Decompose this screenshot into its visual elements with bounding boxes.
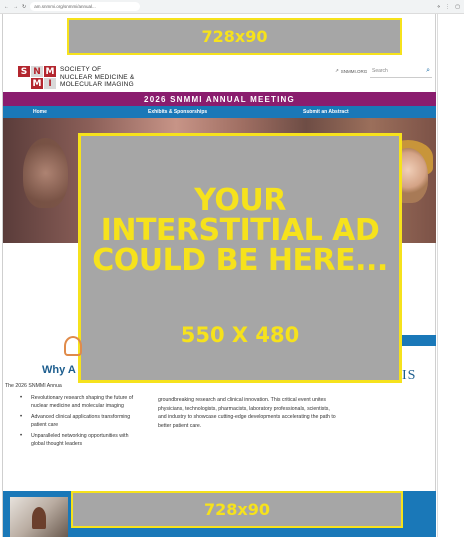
bottom-feature-photo xyxy=(10,497,68,537)
search-icon[interactable]: ⌕ xyxy=(426,67,430,75)
extensions-icon[interactable]: ⋄ xyxy=(437,4,440,10)
snmmi-logo[interactable]: S N M M I SOCIETY OF NUCLEAR MEDICINE & … xyxy=(18,66,134,89)
logo-letter-5: M xyxy=(31,78,43,89)
top-ad-banner[interactable]: 728x90 xyxy=(67,18,402,55)
benefits-list: Revolutionary research shaping the futur… xyxy=(20,394,140,451)
why-attend-heading: Why A xyxy=(42,364,76,376)
logo-letter-4 xyxy=(18,78,30,89)
person-icon xyxy=(64,336,82,356)
nav-item-home[interactable]: Home xyxy=(33,109,47,115)
logo-letter-2: N xyxy=(31,66,43,77)
snmmi-link-label: SNMMI.ORG xyxy=(340,68,368,74)
side-promo-text: IS xyxy=(402,368,417,383)
nav-item-exhibits[interactable]: Exhibits & Sponsorships xyxy=(148,109,207,115)
hero-figure-left xyxy=(23,138,68,208)
address-bar[interactable]: am.snmmi.org/snmmi/annual... xyxy=(30,2,141,11)
reload-icon[interactable]: ↻ xyxy=(22,4,26,10)
logo-line-2: NUCLEAR MEDICINE & xyxy=(60,73,135,81)
bottom-ad-label: 728x90 xyxy=(204,500,270,519)
logo-mark: S N M M I xyxy=(18,66,56,89)
snmmi-org-link[interactable]: ↗ SNMMI.ORG xyxy=(335,68,367,74)
nav-item-submit-abstract[interactable]: Submit an Abstract xyxy=(303,109,349,115)
logo-line-3: MOLECULAR IMAGING xyxy=(60,81,134,89)
interstitial-ad-text: YOUR INTERSTITIAL AD COULD BE HERE... xyxy=(81,186,399,276)
top-ad-label: 728x90 xyxy=(201,27,268,46)
list-item: Advanced clinical applications transform… xyxy=(20,413,140,429)
external-link-icon: ↗ xyxy=(335,68,339,73)
search-placeholder: Search xyxy=(372,68,388,74)
list-item: Unparalleled networking opportunities wi… xyxy=(20,432,140,448)
logo-letter-1: S xyxy=(18,66,30,77)
photo-figure xyxy=(32,507,46,529)
side-promo-bar xyxy=(402,335,436,346)
search-input[interactable]: Search ⌕ xyxy=(370,65,432,78)
bottom-ad-banner[interactable]: 728x90 xyxy=(71,491,403,528)
browser-actions: ⋄ ⋮ ▢ xyxy=(437,4,460,10)
url-text: am.snmmi.org/snmmi/annual... xyxy=(34,4,96,9)
meeting-title: 2026 SNMMI ANNUAL MEETING xyxy=(144,94,295,104)
menu-icon[interactable]: ⋮ xyxy=(445,4,450,10)
logo-text: SOCIETY OF NUCLEAR MEDICINE & MOLECULAR … xyxy=(60,66,134,89)
side-promo[interactable]: IS xyxy=(336,335,436,395)
main-nav: Home Exhibits & Sponsorships Submit an A… xyxy=(3,106,436,118)
browser-nav: ← → ↻ xyxy=(4,4,26,10)
logo-letter-6: I xyxy=(44,78,56,89)
logo-letter-3: M xyxy=(44,66,56,77)
meeting-title-band: 2026 SNMMI ANNUAL MEETING xyxy=(3,92,436,106)
scrollbar[interactable] xyxy=(437,14,464,537)
back-icon[interactable]: ← xyxy=(4,4,9,10)
list-item: Revolutionary research shaping the futur… xyxy=(20,394,140,410)
forward-icon[interactable]: → xyxy=(13,4,18,10)
interstitial-line-1: YOUR xyxy=(194,183,286,218)
window-icon[interactable]: ▢ xyxy=(455,4,460,10)
browser-toolbar: ← → ↻ am.snmmi.org/snmmi/annual... ⋄ ⋮ ▢ xyxy=(0,0,464,14)
description-paragraph: groundbreaking research and clinical inn… xyxy=(158,397,336,430)
logo-line-1: SOCIETY OF xyxy=(60,66,102,74)
intro-text: The 2026 SNMMI Annua xyxy=(5,383,62,389)
interstitial-line-2: INTERSTITIAL AD xyxy=(100,213,380,248)
interstitial-line-3: COULD BE HERE... xyxy=(92,243,388,278)
